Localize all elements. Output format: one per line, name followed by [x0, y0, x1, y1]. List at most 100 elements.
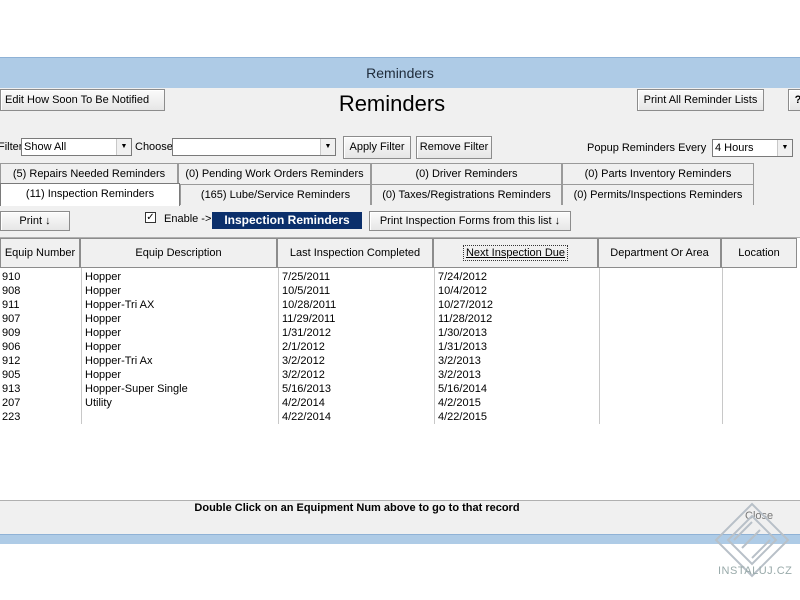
chevron-down-icon[interactable]: ▼	[777, 140, 792, 156]
tab-repairs-needed[interactable]: (5) Repairs Needed Reminders	[0, 163, 178, 184]
cell-next-inspection: 10/4/2012	[438, 285, 487, 297]
cell-equip-description: Hopper	[85, 313, 122, 325]
cell-next-inspection: 7/24/2012	[438, 271, 487, 283]
cell-equip-number[interactable]: 909	[2, 326, 78, 340]
cell-location	[726, 298, 796, 312]
remove-filter-button[interactable]: Remove Filter	[416, 136, 492, 159]
cell-equip-number[interactable]: 906	[2, 340, 78, 354]
cell-equip-number[interactable]: 223	[2, 410, 78, 424]
filter-select[interactable]: Show All ▼	[21, 138, 132, 156]
cell-equip-description: Hopper	[85, 285, 122, 297]
cell-equip-number[interactable]: 913	[2, 382, 78, 396]
column-header-equip-number[interactable]: Equip Number	[0, 238, 80, 268]
cell-next-inspection: 11/28/2012	[438, 313, 493, 325]
cell-department	[603, 312, 719, 326]
footer-instruction: Double Click on an Equipment Num above t…	[194, 502, 520, 514]
reminders-table: Equip Number Equip Description Last Insp…	[0, 237, 800, 501]
cell-equip-description: Hopper	[85, 271, 122, 283]
table-row[interactable]: 910 Hopper 7/25/2011 7/24/2012	[0, 270, 800, 284]
cell-location	[726, 410, 796, 424]
cell-next-inspection: 1/30/2013	[438, 327, 487, 339]
cell-last-inspection: 4/2/2014	[282, 397, 325, 409]
enable-checkbox[interactable]: ✓	[145, 212, 156, 223]
tab-parts-inventory[interactable]: (0) Parts Inventory Reminders	[562, 163, 754, 184]
cell-location	[726, 284, 796, 298]
tab-pending-work-orders[interactable]: (0) Pending Work Orders Reminders	[178, 163, 371, 184]
popup-reminders-label: Popup Reminders Every	[587, 142, 707, 154]
print-all-button[interactable]: Print All Reminder Lists	[637, 89, 764, 111]
cell-last-inspection: 3/2/2012	[282, 355, 325, 367]
cell-equip-description	[85, 410, 275, 424]
table-row[interactable]: 905 Hopper 3/2/2012 3/2/2013	[0, 368, 800, 382]
table-row[interactable]: 907 Hopper 11/29/2011 11/28/2012	[0, 312, 800, 326]
column-header-equip-description[interactable]: Equip Description	[80, 238, 277, 268]
cell-last-inspection: 10/28/2011	[282, 299, 337, 311]
cell-location	[726, 270, 796, 284]
cell-equip-number[interactable]: 207	[2, 396, 78, 410]
tab-lube-service[interactable]: (165) Lube/Service Reminders	[180, 184, 371, 205]
tab-permits-inspections[interactable]: (0) Permits/Inspections Reminders	[562, 184, 754, 205]
cell-next-inspection: 5/16/2014	[438, 383, 487, 395]
choose-label: Choose	[135, 141, 173, 153]
cell-equip-description: Hopper-Tri Ax	[85, 355, 153, 367]
column-header-next-inspection[interactable]: Next Inspection Due	[433, 238, 598, 268]
watermark-text: INSTALUJ.CZ	[718, 565, 793, 577]
cell-equip-description: Hopper	[85, 341, 122, 353]
cell-equip-number[interactable]: 907	[2, 312, 78, 326]
cell-department	[603, 326, 719, 340]
cell-equip-description: Utility	[85, 397, 112, 409]
cell-equip-description: Hopper	[85, 369, 122, 381]
cell-last-inspection: 2/1/2012	[282, 341, 325, 353]
cell-last-inspection: 3/2/2012	[282, 369, 325, 381]
column-header-department[interactable]: Department Or Area	[598, 238, 721, 268]
column-header-location[interactable]: Location	[721, 238, 797, 268]
popup-interval-select[interactable]: 4 Hours ▼	[712, 139, 793, 157]
print-button[interactable]: Print ↓	[0, 211, 70, 231]
cell-equip-description: Hopper	[85, 327, 122, 339]
cell-last-inspection: 10/5/2011	[282, 285, 331, 297]
table-row[interactable]: 908 Hopper 10/5/2011 10/4/2012	[0, 284, 800, 298]
cell-equip-number[interactable]: 911	[2, 298, 78, 312]
table-row[interactable]: 207 Utility 4/2/2014 4/2/2015	[0, 396, 800, 410]
cell-department	[603, 382, 719, 396]
cell-equip-number[interactable]: 910	[2, 270, 78, 284]
table-row[interactable]: 223 4/22/2014 4/22/2015	[0, 410, 800, 424]
edit-notification-button[interactable]: Edit How Soon To Be Notified	[0, 89, 165, 111]
print-inspection-forms-button[interactable]: Print Inspection Forms from this list ↓	[369, 211, 571, 231]
cell-department	[603, 354, 719, 368]
cell-next-inspection: 4/22/2015	[438, 411, 487, 423]
section-title: Inspection Reminders	[212, 212, 362, 229]
table-row[interactable]: 909 Hopper 1/31/2012 1/30/2013	[0, 326, 800, 340]
cell-location	[726, 326, 796, 340]
tab-inspection-reminders[interactable]: (11) Inspection Reminders	[0, 183, 180, 206]
cell-last-inspection: 4/22/2014	[282, 411, 331, 423]
cell-last-inspection: 11/29/2011	[282, 313, 336, 325]
tab-taxes-registrations[interactable]: (0) Taxes/Registrations Reminders	[371, 184, 562, 205]
choose-select[interactable]: ▼	[172, 138, 336, 156]
chevron-down-icon[interactable]: ▼	[116, 139, 131, 155]
cell-equip-number[interactable]: 905	[2, 368, 78, 382]
cell-department	[603, 284, 719, 298]
table-row[interactable]: 913 Hopper-Super Single 5/16/2013 5/16/2014	[0, 382, 800, 396]
table-row[interactable]: 911 Hopper-Tri AX 10/28/2011 10/27/2012	[0, 298, 800, 312]
column-header-next-inspection-label: Next Inspection Due	[462, 245, 569, 261]
cell-location	[726, 312, 796, 326]
cell-location	[726, 340, 796, 354]
cell-equip-number[interactable]: 908	[2, 284, 78, 298]
enable-label: Enable ->	[164, 213, 212, 225]
chevron-down-icon[interactable]: ▼	[320, 139, 335, 155]
cell-equip-number[interactable]: 912	[2, 354, 78, 368]
page-heading: Reminders	[338, 91, 446, 116]
window-title: Reminders	[0, 57, 800, 88]
reminders-window: Reminders Edit How Soon To Be Notified R…	[0, 57, 800, 544]
table-row[interactable]: 906 Hopper 2/1/2012 1/31/2013	[0, 340, 800, 354]
tab-driver-reminders[interactable]: (0) Driver Reminders	[371, 163, 562, 184]
table-row[interactable]: 912 Hopper-Tri Ax 3/2/2012 3/2/2013	[0, 354, 800, 368]
question-icon[interactable]: ?	[788, 89, 800, 111]
cell-department	[603, 396, 719, 410]
cell-department	[603, 298, 719, 312]
cell-department	[603, 270, 719, 284]
apply-filter-button[interactable]: Apply Filter	[343, 136, 411, 159]
cell-next-inspection: 3/2/2013	[438, 355, 481, 367]
column-header-last-inspection[interactable]: Last Inspection Completed	[277, 238, 433, 268]
